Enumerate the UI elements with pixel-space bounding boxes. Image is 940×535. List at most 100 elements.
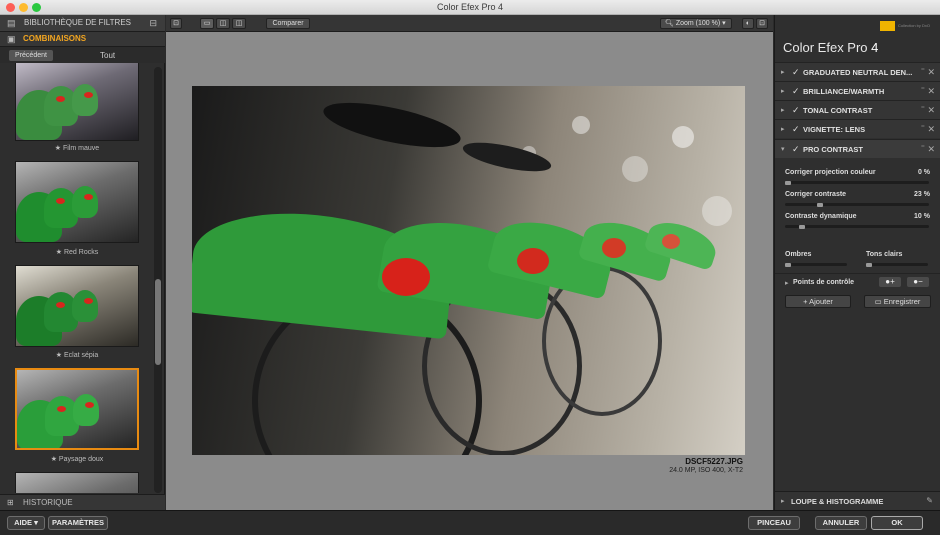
- slider-label: Corriger projection couleur: [785, 169, 876, 176]
- settings-button[interactable]: PARAMÈTRES: [48, 516, 108, 530]
- preset-thumbnail[interactable]: [15, 472, 139, 493]
- preview-image[interactable]: [192, 86, 745, 455]
- chevron-right-icon[interactable]: ▸: [781, 106, 785, 114]
- slider-track[interactable]: [785, 225, 929, 228]
- chevron-right-icon[interactable]: ▸: [781, 125, 785, 133]
- loupe-histogram-label: LOUPE & HISTOGRAMME: [791, 497, 884, 506]
- slider-value: 0 %: [917, 169, 930, 176]
- cancel-button[interactable]: ANNULER: [815, 516, 867, 530]
- filter-menu-icon[interactable]: ⁼: [921, 123, 925, 132]
- image-metadata: 24.0 MP, ISO 400, X-T2: [669, 467, 743, 474]
- preview-toolbar: ⊡ ▭ ◫ ◫ Comparer 🔍︎ Zoom (100 %) ▾ ◐ ⊡: [166, 15, 773, 32]
- filter-row[interactable]: ▸ ✓ TONAL CONTRAST ⁼ ✕: [775, 100, 940, 119]
- brush-button[interactable]: PINCEAU: [748, 516, 800, 530]
- control-points-row: ▸ Points de contrôle ●+ ●−: [775, 273, 940, 291]
- slider-track[interactable]: [785, 203, 929, 206]
- preset-thumbnail[interactable]: [15, 161, 139, 243]
- slider-label: Corriger contraste: [785, 191, 847, 198]
- loupe-histogram-section[interactable]: ▸ LOUPE & HISTOGRAMME ✎: [775, 491, 940, 510]
- compare-button[interactable]: Comparer: [266, 18, 310, 29]
- combinations-section[interactable]: ▣ COMBINAISONS: [0, 32, 165, 47]
- remove-filter-icon[interactable]: ✕: [927, 105, 935, 116]
- chevron-right-icon[interactable]: ▸: [781, 87, 785, 95]
- filter-menu-icon[interactable]: ⁼: [921, 66, 925, 75]
- remove-filter-icon[interactable]: ✕: [927, 86, 935, 97]
- add-filter-button[interactable]: + Ajouter: [785, 295, 851, 308]
- highlights-slider-handle[interactable]: [866, 263, 872, 267]
- combinations-icon: ▣: [7, 34, 16, 44]
- save-preset-button[interactable]: ▭ Enregistrer: [864, 295, 931, 308]
- history-section[interactable]: ⊞ HISTORIQUE: [0, 494, 165, 510]
- chevron-right-icon[interactable]: ▸: [781, 68, 785, 76]
- nik-collection-logo-text: Collection by DxO: [898, 23, 931, 28]
- preset-scrollbar[interactable]: [154, 67, 162, 493]
- slider-track[interactable]: [785, 181, 929, 184]
- nik-logo: [880, 21, 895, 31]
- preset-thumbnail[interactable]: [15, 63, 139, 141]
- chevron-down-icon: ▾: [32, 518, 38, 527]
- filter-menu-icon[interactable]: ⁼: [921, 85, 925, 94]
- filter-enabled-checkbox[interactable]: ✓: [792, 144, 800, 155]
- chevron-down-icon: ▾: [720, 20, 726, 27]
- image-filename: DSCF5227.JPG: [685, 457, 743, 466]
- remove-filter-icon[interactable]: ✕: [927, 124, 935, 135]
- preset-thumbnail-selected[interactable]: [15, 368, 139, 450]
- remove-filter-icon[interactable]: ✕: [927, 144, 935, 155]
- preset-nav: Précédent Tout: [0, 47, 165, 63]
- add-control-point-icon[interactable]: ●+: [879, 277, 901, 287]
- loupe-settings-icon[interactable]: ✎: [926, 496, 933, 505]
- slider-handle[interactable]: [785, 181, 791, 185]
- chevron-right-icon[interactable]: ▸: [785, 279, 789, 287]
- background-toggle-icon[interactable]: ◐: [742, 18, 754, 29]
- all-filter-label[interactable]: Tout: [100, 51, 115, 60]
- filter-menu-icon[interactable]: ⁼: [921, 143, 925, 152]
- filter-enabled-checkbox[interactable]: ✓: [792, 67, 800, 78]
- filter-menu-icon[interactable]: ⁼: [921, 104, 925, 113]
- help-label: AIDE: [14, 518, 33, 527]
- filter-enabled-checkbox[interactable]: ✓: [792, 86, 800, 97]
- save-preset-label: Enregistrer: [883, 297, 921, 306]
- scrollbar-thumb[interactable]: [155, 279, 161, 365]
- combinations-label: COMBINAISONS: [23, 34, 87, 43]
- side-by-side-view-icon[interactable]: ◫: [232, 18, 246, 29]
- highlights-slider-track[interactable]: [866, 263, 928, 266]
- shadows-slider-track[interactable]: [785, 263, 847, 266]
- filter-name: PRO CONTRAST: [803, 145, 863, 154]
- filter-library-panel: ▤ BIBLIOTHÈQUE DE FILTRES ⊟ ▣ COMBINAISO…: [0, 15, 165, 510]
- chevron-down-icon[interactable]: ▾: [781, 145, 785, 153]
- shadows-slider-handle[interactable]: [785, 263, 791, 267]
- filter-row-expanded[interactable]: ▾ ✓ PRO CONTRAST ⁼ ✕: [775, 139, 940, 158]
- zoom-select[interactable]: 🔍︎ Zoom (100 %) ▾: [660, 18, 732, 29]
- filter-enabled-checkbox[interactable]: ✓: [792, 124, 800, 135]
- zoom-icon: 🔍︎: [665, 20, 676, 27]
- slider-handle[interactable]: [798, 225, 805, 229]
- slider-handle[interactable]: [816, 203, 823, 207]
- previous-button[interactable]: Précédent: [9, 50, 53, 61]
- filter-row[interactable]: ▸ ✓ GRADUATED NEUTRAL DEN... ⁼ ✕: [775, 62, 940, 81]
- split-view-icon[interactable]: ◫: [216, 18, 230, 29]
- filter-library-header[interactable]: ▤ BIBLIOTHÈQUE DE FILTRES ⊟: [0, 15, 165, 32]
- single-view-icon[interactable]: ▭: [200, 18, 214, 29]
- ok-button[interactable]: OK: [871, 516, 923, 530]
- preset-thumbnail[interactable]: [15, 265, 139, 347]
- brand-version: 4: [871, 40, 879, 55]
- library-icon: ▤: [7, 18, 16, 28]
- remove-control-point-icon[interactable]: ●−: [907, 277, 929, 287]
- chevron-right-icon[interactable]: ▸: [781, 497, 785, 505]
- filter-name: VIGNETTE: LENS: [803, 125, 866, 134]
- title-bar: Color Efex Pro 4: [0, 0, 940, 15]
- panel-toggle-icon[interactable]: ⊟: [149, 18, 157, 29]
- history-label: HISTORIQUE: [23, 498, 73, 507]
- panel-layout-icon[interactable]: ⊡: [170, 18, 182, 29]
- filter-row[interactable]: ▸ ✓ VIGNETTE: LENS ⁼ ✕: [775, 119, 940, 138]
- filter-enabled-checkbox[interactable]: ✓: [792, 105, 800, 116]
- preview-area: DSCF5227.JPG 24.0 MP, ISO 400, X-T2: [166, 32, 773, 510]
- highlights-label: Tons clairs: [866, 251, 903, 258]
- fullscreen-icon[interactable]: ⊡: [756, 18, 768, 29]
- brand-name: Color Efex Pro: [783, 40, 868, 55]
- preset-label: ★ Film mauve: [54, 145, 100, 152]
- filter-row[interactable]: ▸ ✓ BRILLIANCE/WARMTH ⁼ ✕: [775, 81, 940, 100]
- brand-title: Color Efex Pro 4: [783, 40, 878, 55]
- remove-filter-icon[interactable]: ✕: [927, 67, 935, 78]
- help-button[interactable]: AIDE ▾: [7, 516, 45, 530]
